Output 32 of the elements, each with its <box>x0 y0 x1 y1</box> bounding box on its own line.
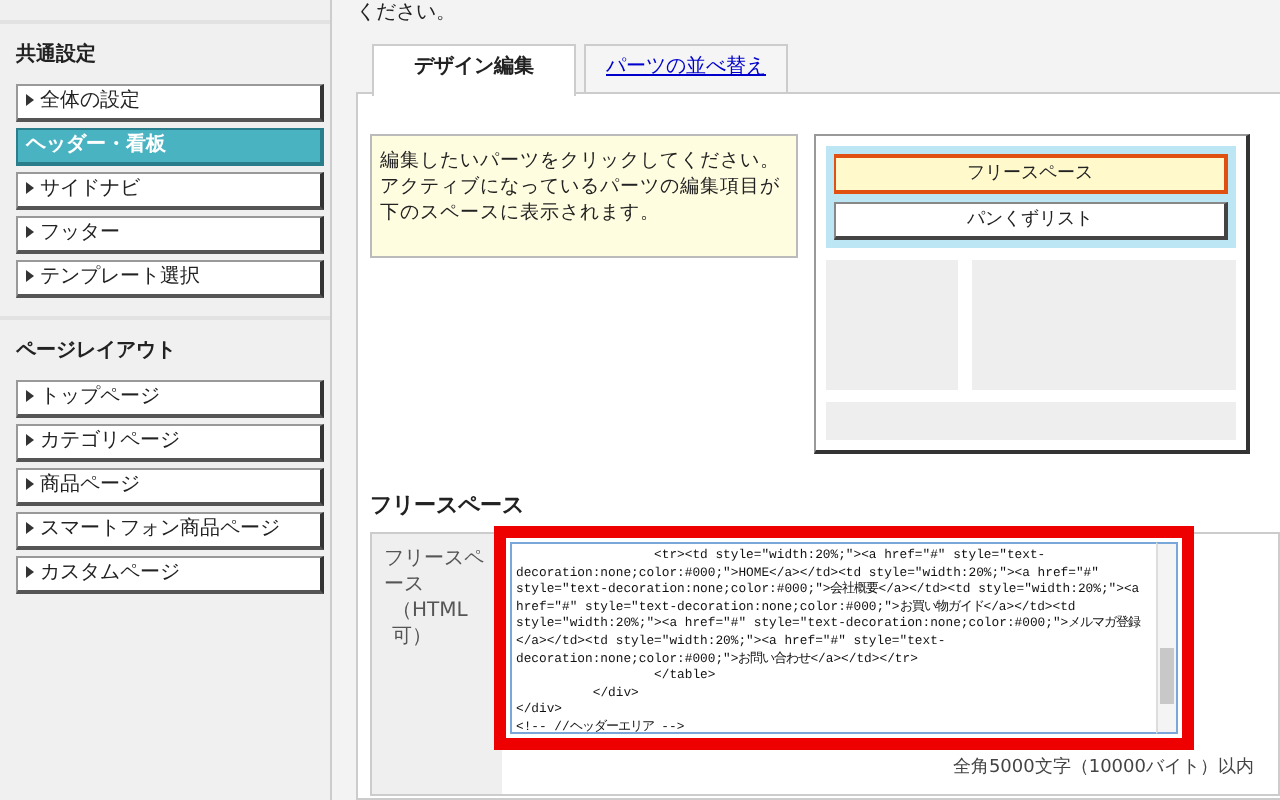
arrow-icon <box>26 270 34 283</box>
section-title: フリースペース <box>370 490 526 520</box>
arrow-icon <box>26 390 34 403</box>
field-sublabel: （HTML可） <box>390 598 470 650</box>
sidebar-item[interactable]: フッター <box>16 216 324 254</box>
arrow-icon <box>26 182 34 195</box>
tab[interactable]: パーツの並べ替え <box>584 44 788 92</box>
limit-note: 全角5000文字（10000バイト）以内 <box>950 755 1256 780</box>
sidebar-item[interactable]: スマートフォン商品ページ <box>16 512 324 550</box>
sidebar-heading: 共通設定 <box>16 40 98 68</box>
sidebar-item[interactable]: カスタムページ <box>16 556 324 594</box>
scrollbar[interactable] <box>1156 542 1178 734</box>
arrow-icon <box>26 434 34 447</box>
sidebar-item[interactable]: サイドナビ <box>16 172 324 210</box>
sidebar-item[interactable]: カテゴリページ <box>16 424 324 462</box>
tab[interactable]: デザイン編集 <box>372 44 576 96</box>
sidebar-item[interactable]: 商品ページ <box>16 468 324 506</box>
arrow-icon <box>26 522 34 535</box>
hint-text: アクティブになっているパーツの編集項目が下のスペースに表示されます。 <box>380 174 782 226</box>
sidebar-item[interactable]: 全体の設定 <box>16 84 324 122</box>
preview-part[interactable]: フリースペース <box>834 154 1228 194</box>
arrow-icon <box>26 478 34 491</box>
sidebar-heading: ページレイアウト <box>16 338 178 364</box>
field-label: フリースペース <box>384 546 486 598</box>
sidebar-item[interactable]: トップページ <box>16 380 324 418</box>
hint-text: 編集したいパーツをクリックしてください。 <box>380 148 782 174</box>
sidebar-item[interactable]: テンプレート選択 <box>16 260 324 298</box>
arrow-icon <box>26 566 34 579</box>
intro-text: ください。 <box>356 0 458 28</box>
arrow-icon <box>26 94 34 107</box>
preview-part[interactable]: パンくずリスト <box>834 202 1228 240</box>
arrow-icon <box>26 226 34 239</box>
